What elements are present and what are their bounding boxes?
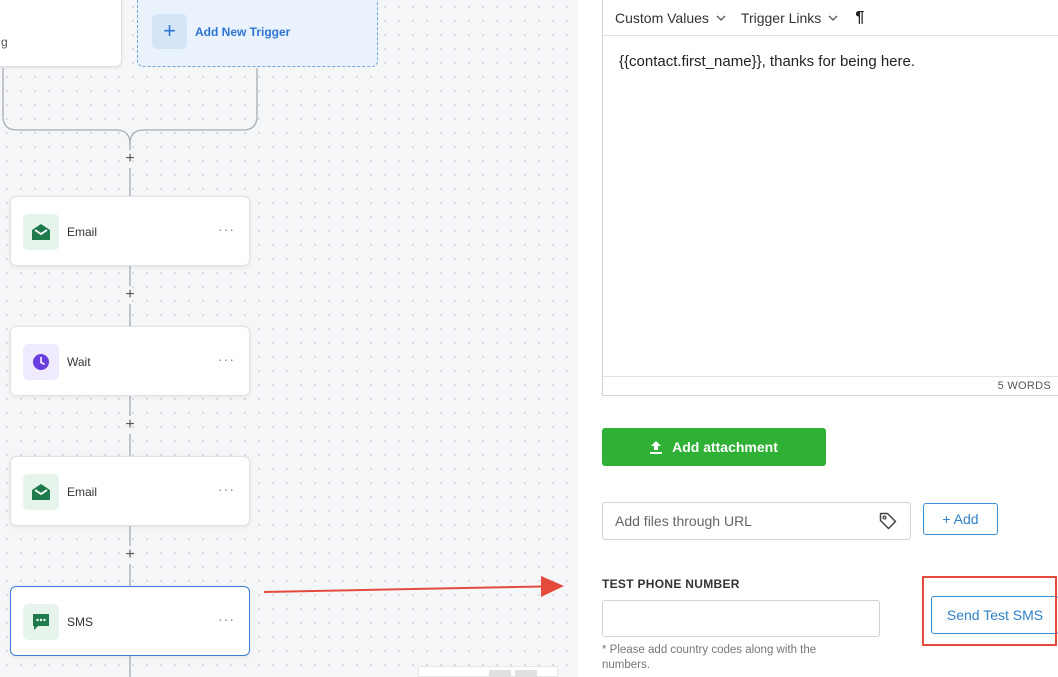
trigger-links-dropdown[interactable]: Trigger Links xyxy=(741,10,839,26)
annotation-arrow xyxy=(263,576,564,597)
chevron-down-icon xyxy=(716,15,726,21)
message-editor[interactable]: Custom Values Trigger Links ¶ {{contact.… xyxy=(602,0,1058,396)
upload-icon xyxy=(650,440,663,454)
word-count: 5 WORDS xyxy=(997,380,1051,392)
add-url-button[interactable]: + Add xyxy=(923,503,998,535)
editor-toolbar: Custom Values Trigger Links ¶ xyxy=(603,0,1058,36)
file-url-input[interactable] xyxy=(602,502,911,540)
test-phone-input[interactable] xyxy=(602,600,880,637)
add-attachment-button[interactable]: Add attachment xyxy=(602,428,826,466)
message-body[interactable]: {{contact.first_name}}, thanks for being… xyxy=(619,53,915,70)
paragraph-icon[interactable]: ¶ xyxy=(855,9,864,27)
add-attachment-label: Add attachment xyxy=(672,439,778,455)
chevron-down-icon xyxy=(828,15,838,21)
phone-hint-text: * Please add country codes along with th… xyxy=(602,644,817,671)
test-phone-label: TEST PHONE NUMBER xyxy=(602,577,740,591)
custom-values-dropdown[interactable]: Custom Values xyxy=(615,10,727,26)
custom-values-label: Custom Values xyxy=(615,9,709,26)
trigger-links-label: Trigger Links xyxy=(740,9,822,26)
highlight-box xyxy=(922,576,1057,646)
editor-status-bar: 5 WORDS xyxy=(603,376,1058,395)
tag-icon[interactable] xyxy=(878,511,898,531)
